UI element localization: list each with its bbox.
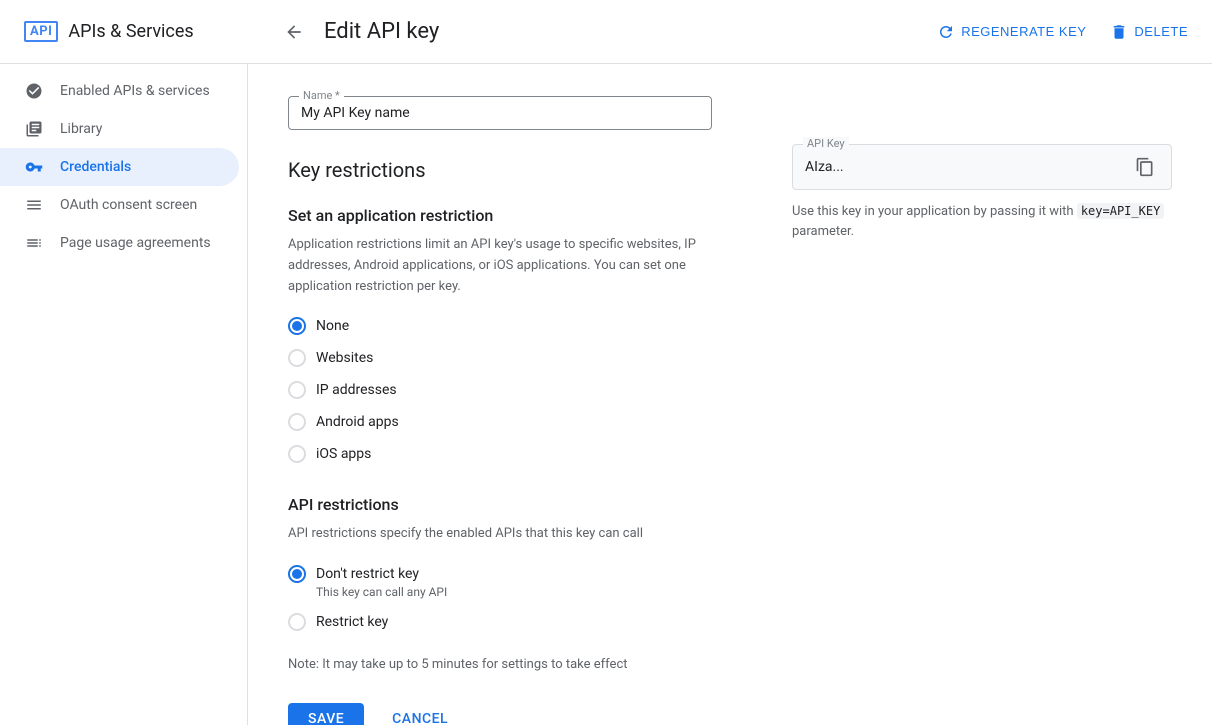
api-restrictions-desc: API restrictions specify the enabled API…	[288, 524, 712, 545]
save-button[interactable]: SAVE	[288, 703, 364, 725]
api-key-desc-suffix: parameter.	[792, 224, 854, 239]
main-layout: Enabled APIs & services Library Credenti…	[0, 64, 1212, 725]
note-text: Note: It may take up to 5 minutes for se…	[288, 655, 712, 675]
copy-api-key-button[interactable]	[1131, 153, 1159, 181]
api-logo-badge: API	[24, 21, 58, 42]
content-inner: Name * Key restrictions Set an applicati…	[288, 96, 1172, 725]
header-actions: REGENERATE KEY DELETE	[937, 23, 1188, 41]
radio-restrict-key[interactable]: Restrict key	[288, 613, 712, 631]
regenerate-key-button[interactable]: REGENERATE KEY	[937, 23, 1086, 41]
top-header: API APIs & Services Edit API key REGENER…	[0, 0, 1212, 64]
radio-dont-restrict[interactable]: Don't restrict key	[288, 565, 712, 583]
sidebar-item-enabled-apis[interactable]: Enabled APIs & services	[0, 72, 239, 110]
radio-dont-restrict-sublabel: This key can call any API	[288, 585, 712, 599]
app-logo: API APIs & Services	[24, 21, 272, 42]
api-key-wrapper: API Key AIza...	[792, 144, 1172, 190]
radio-none[interactable]: None	[288, 317, 712, 335]
sidebar: Enabled APIs & services Library Credenti…	[0, 64, 248, 725]
radio-restrict-key-circle	[288, 613, 306, 631]
delete-button[interactable]: DELETE	[1110, 23, 1188, 41]
enabled-apis-icon	[24, 82, 44, 100]
sidebar-item-oauth[interactable]: OAuth consent screen	[0, 186, 239, 224]
radio-ip-label: IP addresses	[316, 382, 397, 398]
radio-ip[interactable]: IP addresses	[288, 381, 712, 399]
api-key-desc-code: key=API_KEY	[1077, 203, 1164, 219]
api-restrictions-title: API restrictions	[288, 495, 712, 514]
app-title: APIs & Services	[68, 21, 193, 42]
name-field-group: Name *	[288, 96, 712, 130]
sidebar-item-library[interactable]: Library	[0, 110, 239, 148]
app-restriction-title: Set an application restriction	[288, 206, 712, 225]
app-restriction-radio-group: None Websites IP addresses	[288, 317, 712, 463]
radio-restrict-key-label: Restrict key	[316, 614, 388, 630]
radio-none-circle	[288, 317, 306, 335]
radio-ios-circle	[288, 445, 306, 463]
api-key-desc-prefix: Use this key in your application by pass…	[792, 204, 1077, 219]
api-radio-dont-restrict-wrapper: Don't restrict key This key can call any…	[288, 565, 712, 599]
radio-ios[interactable]: iOS apps	[288, 445, 712, 463]
radio-android-label: Android apps	[316, 414, 399, 430]
api-key-description: Use this key in your application by pass…	[792, 202, 1172, 241]
page-header: Edit API key REGENERATE KEY DELETE	[272, 18, 1188, 46]
radio-android-circle	[288, 413, 306, 431]
radio-websites[interactable]: Websites	[288, 349, 712, 367]
back-button[interactable]	[280, 18, 308, 46]
radio-android[interactable]: Android apps	[288, 413, 712, 431]
right-column: API Key AIza... Use this key in your app…	[792, 96, 1172, 725]
radio-websites-circle	[288, 349, 306, 367]
page-title: Edit API key	[324, 19, 921, 44]
sidebar-label-page-usage: Page usage agreements	[60, 235, 211, 251]
sidebar-label-credentials: Credentials	[60, 159, 131, 175]
sidebar-label-enabled-apis: Enabled APIs & services	[60, 83, 210, 99]
content-area: Name * Key restrictions Set an applicati…	[248, 64, 1212, 725]
sidebar-label-oauth: OAuth consent screen	[60, 197, 197, 213]
radio-ios-label: iOS apps	[316, 446, 371, 462]
action-buttons: SAVE CANCEL	[288, 703, 712, 725]
name-input[interactable]	[301, 105, 699, 121]
sidebar-item-page-usage[interactable]: Page usage agreements	[0, 224, 239, 262]
api-key-value: AIza...	[805, 159, 1131, 175]
page-usage-icon	[24, 234, 44, 252]
oauth-icon	[24, 196, 44, 214]
left-column: Name * Key restrictions Set an applicati…	[288, 96, 712, 725]
radio-websites-label: Websites	[316, 350, 373, 366]
name-field-wrapper: Name *	[288, 96, 712, 130]
cancel-button[interactable]: CANCEL	[372, 703, 468, 725]
api-key-label: API Key	[803, 137, 849, 150]
radio-dont-restrict-circle	[288, 565, 306, 583]
sidebar-label-library: Library	[60, 121, 102, 137]
api-restriction-radio-group: Don't restrict key This key can call any…	[288, 565, 712, 631]
api-restrictions-section: API restrictions API restrictions specif…	[288, 495, 712, 631]
radio-dont-restrict-label: Don't restrict key	[316, 566, 419, 582]
key-restrictions-title: Key restrictions	[288, 158, 712, 182]
library-icon	[24, 120, 44, 138]
sidebar-item-credentials[interactable]: Credentials	[0, 148, 239, 186]
name-field-label: Name *	[299, 89, 344, 102]
app-restriction-desc: Application restrictions limit an API ke…	[288, 235, 712, 297]
credentials-icon	[24, 158, 44, 176]
radio-ip-circle	[288, 381, 306, 399]
radio-none-label: None	[316, 318, 349, 334]
